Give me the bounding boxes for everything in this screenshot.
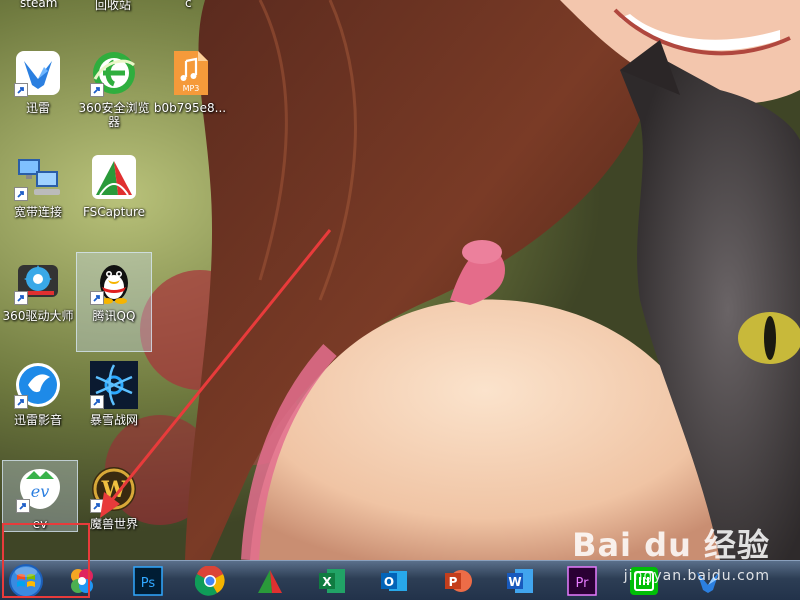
desktop-icon-label: 360安全浏览器	[78, 101, 150, 129]
app-launcher-icon	[71, 569, 93, 593]
shortcut-arrow-icon	[90, 395, 104, 409]
network-connection-icon	[14, 153, 62, 201]
taskbar-word[interactable]: W	[498, 564, 542, 598]
desktop-icon-fscapture[interactable]: FSCapture	[76, 148, 152, 248]
taskbar-outlook[interactable]: O	[372, 564, 416, 598]
desktop-icon-label: 迅雷	[25, 101, 50, 115]
taskbar-chrome[interactable]	[188, 564, 232, 598]
shortcut-arrow-icon	[14, 83, 28, 97]
desktop-icon-wow[interactable]: W 魔兽世界	[76, 460, 152, 560]
shortcut-arrow-icon	[90, 83, 104, 97]
shortcut-arrow-icon	[90, 499, 104, 513]
svg-text:W: W	[508, 575, 521, 589]
word-icon: W	[507, 569, 533, 593]
iqiyi-icon	[630, 567, 658, 595]
excel-icon: X	[319, 569, 345, 593]
taskbar-iqiyi[interactable]	[622, 564, 666, 598]
desktop-icon-label: 迅雷影音	[13, 413, 62, 427]
desktop-icon-ev[interactable]: ev ev	[2, 460, 78, 532]
desktop-icon-360-driver[interactable]: 360驱动大师	[0, 252, 76, 352]
xunlei-icon	[697, 572, 719, 593]
chrome-icon	[195, 566, 225, 596]
photoshop-icon: Ps	[133, 566, 163, 596]
desktop-label-recycle-bin[interactable]: 回收站	[95, 0, 131, 13]
xunlei-bird-icon	[14, 49, 62, 97]
shortcut-arrow-icon	[14, 395, 28, 409]
desktop-icon-xunlei-player[interactable]: 迅雷影音	[0, 356, 76, 456]
premiere-icon: Pr	[567, 566, 597, 596]
taskbar-xunlei[interactable]	[686, 564, 730, 598]
desktop-label-steam[interactable]: steam	[20, 0, 57, 10]
desktop-icon-label: 暴雪战网	[89, 413, 138, 427]
svg-text:O: O	[384, 575, 394, 589]
battlenet-icon	[90, 361, 138, 409]
desktop-icon-qq[interactable]: 腾讯QQ	[76, 252, 152, 352]
taskbar-fscapture[interactable]	[248, 564, 292, 598]
fscapture-icon	[258, 570, 282, 593]
desktop-icon-label: 360驱动大师	[2, 309, 74, 323]
shortcut-arrow-icon	[14, 291, 28, 305]
desktop-icon-label: 腾讯QQ	[92, 309, 136, 323]
desktop-icon-label: FSCapture	[82, 205, 146, 219]
desktop-icon-broadband[interactable]: 宽带连接	[0, 148, 76, 248]
shortcut-arrow-icon	[14, 187, 28, 201]
start-button[interactable]	[6, 563, 46, 599]
powerpoint-icon: P	[445, 570, 472, 592]
desktop-icon-label: 宽带连接	[13, 205, 62, 219]
xunlei-player-icon	[14, 361, 62, 409]
svg-text:ev: ev	[31, 482, 50, 501]
taskbar-app-launcher[interactable]	[60, 564, 104, 598]
mp3-file-icon: MP3	[166, 49, 214, 97]
mp3-badge: MP3	[183, 84, 200, 93]
desktop-icon-label: ev	[32, 517, 48, 531]
desktop-icon-360-browser[interactable]: 360安全浏览器	[76, 44, 152, 144]
outlook-icon: O	[381, 571, 407, 591]
360-driver-icon	[14, 257, 62, 305]
taskbar-photoshop[interactable]: Ps	[126, 564, 170, 598]
windows-start-orb-icon	[9, 564, 43, 598]
svg-text:P: P	[449, 575, 458, 589]
svg-text:Ps: Ps	[141, 576, 156, 591]
taskbar-powerpoint[interactable]: P	[436, 564, 480, 598]
360-browser-icon	[90, 49, 138, 97]
svg-text:Pr: Pr	[576, 576, 590, 591]
wow-icon: W	[90, 465, 138, 513]
desktop-icon-battlenet[interactable]: 暴雪战网	[76, 356, 152, 456]
desktop-icon-label: 魔兽世界	[89, 517, 138, 531]
desktop-label-c[interactable]: c	[185, 0, 192, 10]
taskbar-excel[interactable]: X	[310, 564, 354, 598]
ev-recorder-icon: ev	[16, 465, 64, 513]
taskbar: Ps X O P W Pr	[0, 560, 800, 600]
fscapture-icon	[90, 153, 138, 201]
desktop-icon-mp3-file[interactable]: MP3 b0b795e8...	[152, 44, 228, 144]
qq-penguin-icon	[90, 257, 138, 305]
taskbar-premiere[interactable]: Pr	[560, 564, 604, 598]
desktop-icon-xunlei[interactable]: 迅雷	[0, 44, 76, 144]
desktop-icon-label: b0b795e8...	[153, 101, 227, 115]
svg-text:X: X	[322, 575, 332, 589]
svg-text:W: W	[101, 477, 127, 503]
shortcut-arrow-icon	[16, 499, 30, 513]
shortcut-arrow-icon	[90, 291, 104, 305]
